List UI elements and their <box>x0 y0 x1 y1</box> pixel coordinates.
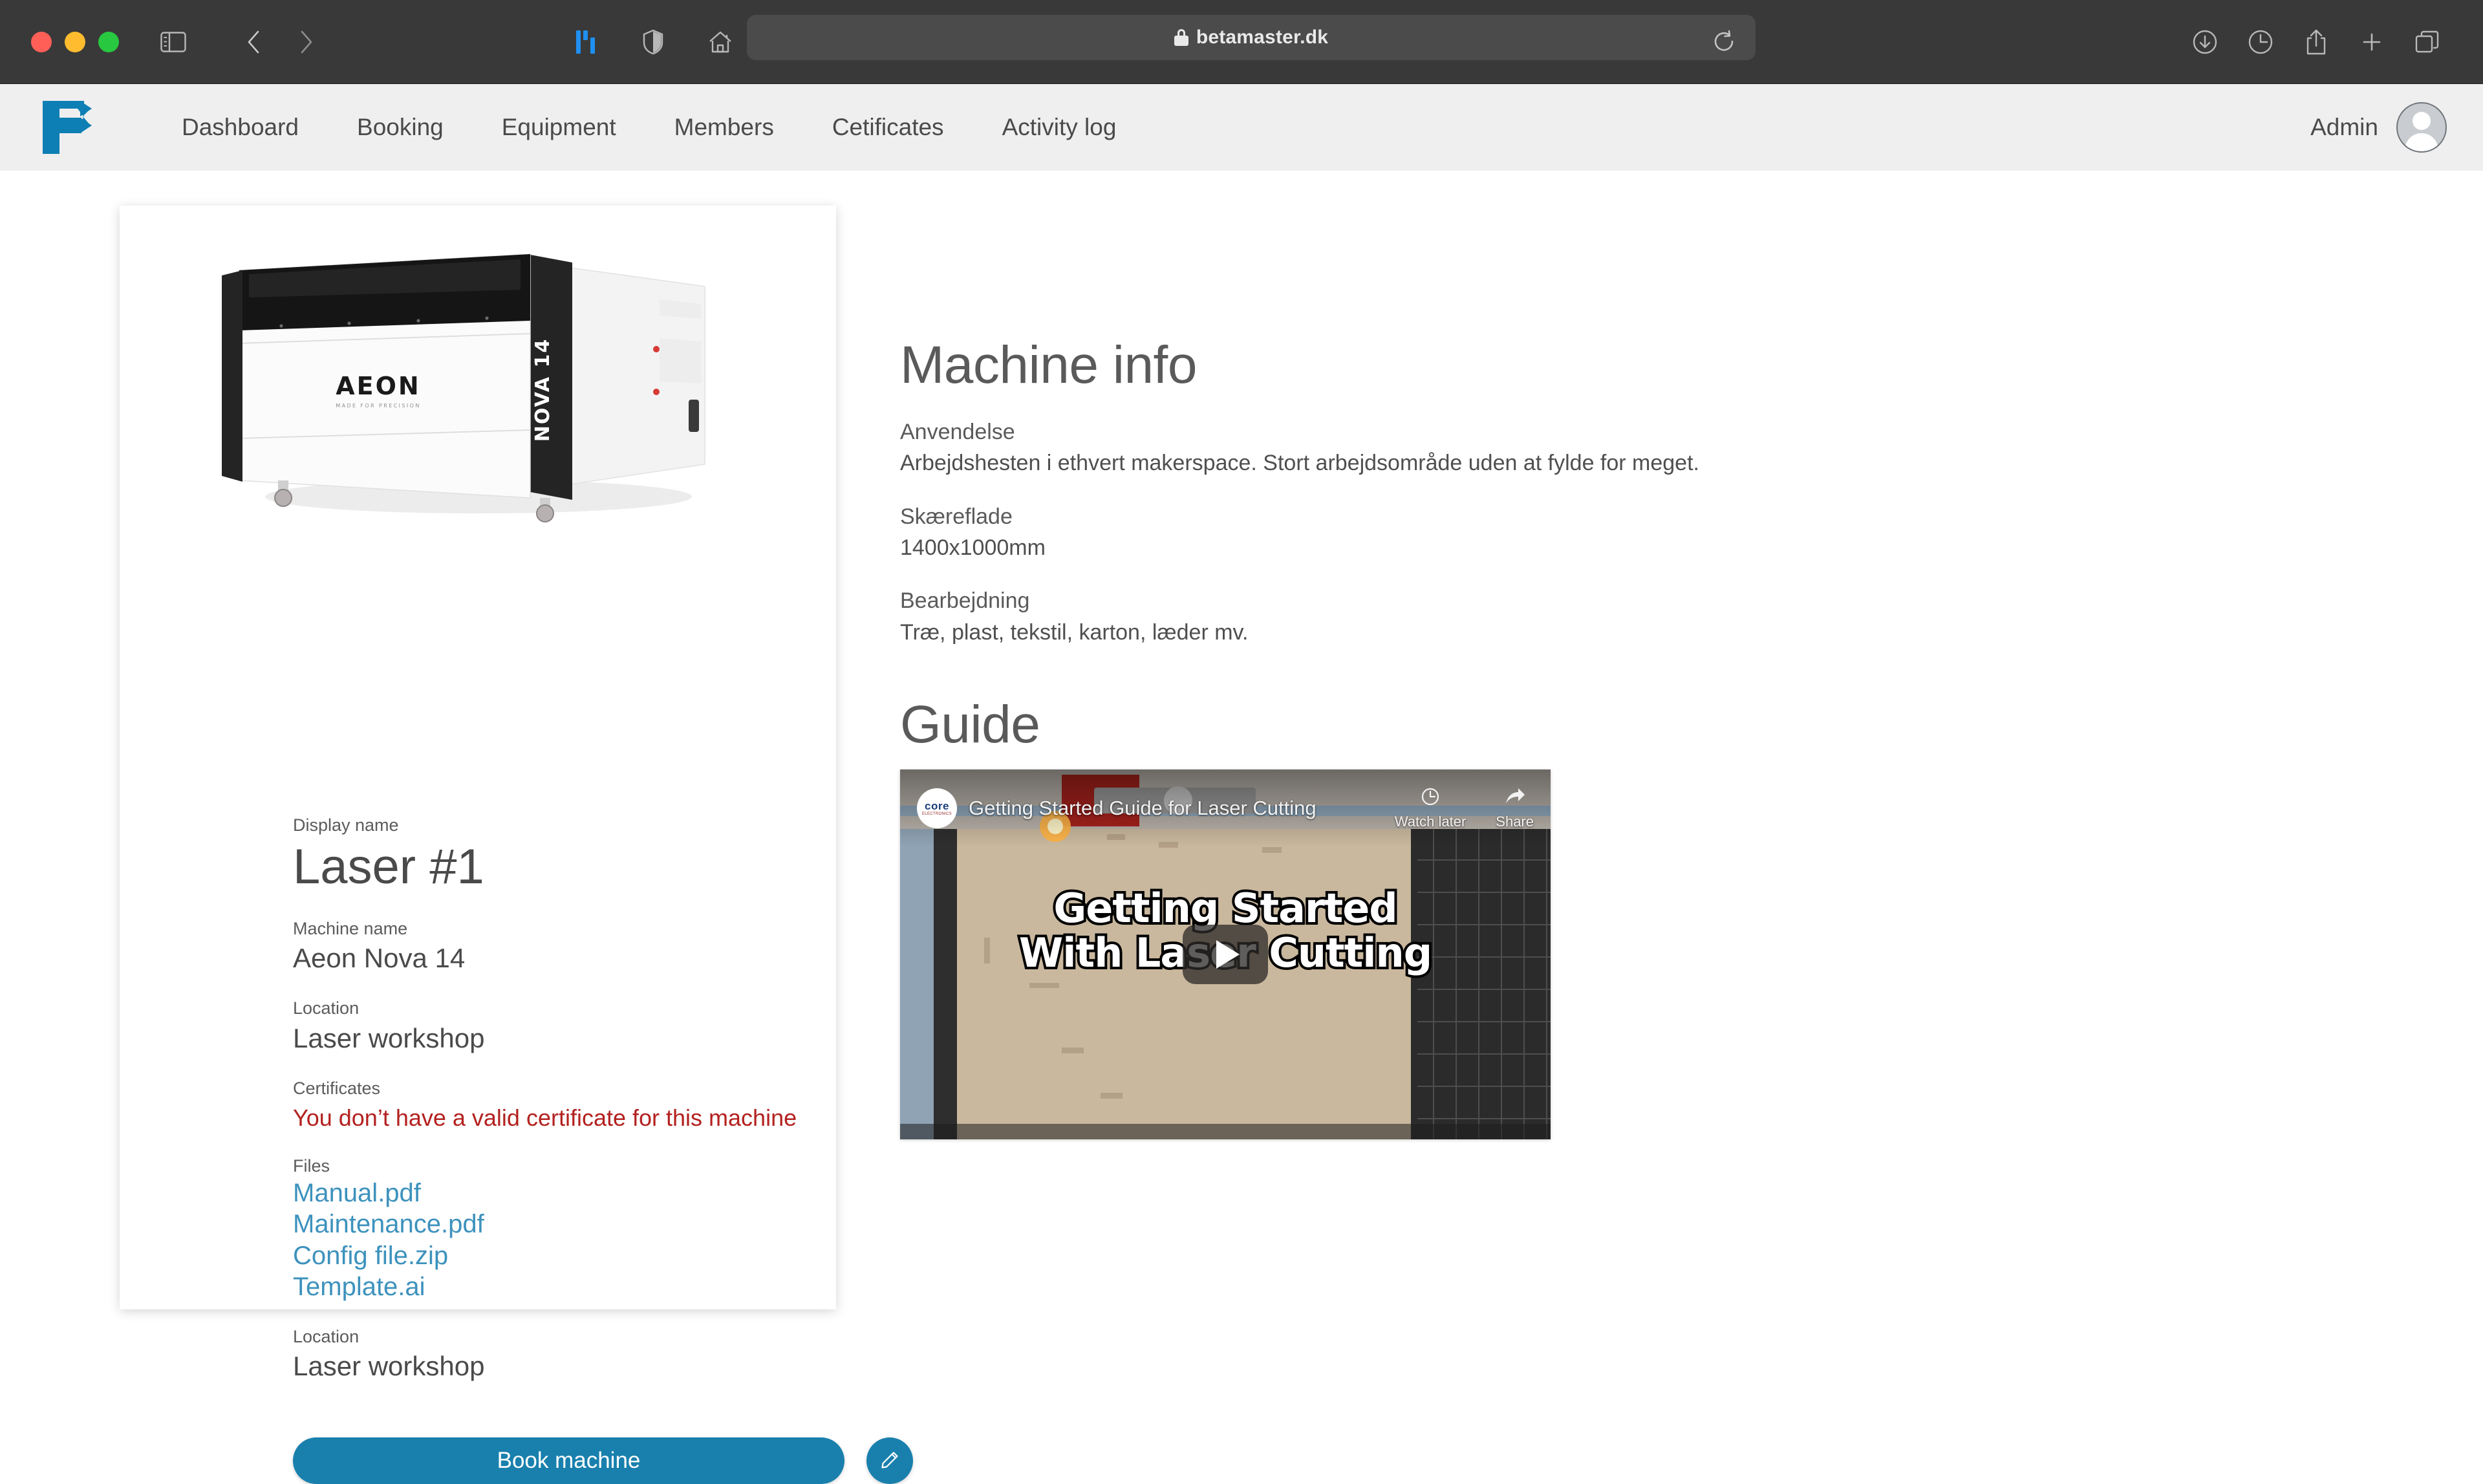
info-text: 1400x1000mm <box>900 535 1046 560</box>
file-link[interactable]: Maintenance.pdf <box>293 1209 823 1240</box>
machine-card: NOVA 14 AEON MADE FOR PRECISION Display … <box>120 206 913 1484</box>
clock-icon <box>1421 787 1440 810</box>
extension-icon[interactable] <box>569 25 603 59</box>
info-group-bearbejdning: Bearbejdning Træ, plast, tekstil, karton… <box>900 585 2323 648</box>
info-text: Træ, plast, tekstil, karton, læder mv. <box>900 619 1249 645</box>
browser-toolbar-right <box>2188 0 2444 84</box>
machine-info-title: Machine info <box>900 336 1197 394</box>
forward-arrow-icon[interactable] <box>290 25 323 59</box>
url-text: betamaster.dk <box>1196 27 1329 48</box>
files-label: Files <box>293 1156 330 1176</box>
channel-avatar-sublabel: ELECTRONICS <box>922 812 952 816</box>
info-text: Arbejdshesten i ethvert makerspace. Stor… <box>900 451 1699 476</box>
downloads-icon[interactable] <box>2188 25 2222 59</box>
back-arrow-icon[interactable] <box>237 25 270 59</box>
field-display-name: Display name Laser #1 <box>293 813 823 895</box>
share-icon[interactable] <box>2299 25 2333 59</box>
info-group-skaereflade: Skæreflade 1400x1000mm <box>900 501 2323 564</box>
nav-item-equipment[interactable]: Equipment <box>473 114 645 141</box>
watch-later-button[interactable]: Watch later <box>1395 787 1466 830</box>
share-label: Share <box>1496 813 1534 830</box>
info-label: Anvendelse <box>900 420 1015 445</box>
guide-video-player[interactable]: core ELECTRONICS Getting Started Guide f… <box>900 769 1551 1139</box>
card-actions: Book machine <box>293 1437 913 1484</box>
file-link[interactable]: Template.ai <box>293 1271 823 1302</box>
nav-item-dashboard[interactable]: Dashboard <box>153 114 328 141</box>
play-triangle <box>1216 940 1240 969</box>
book-machine-button[interactable]: Book machine <box>293 1437 844 1484</box>
fb-logo[interactable] <box>40 100 94 155</box>
browser-nav-controls <box>156 25 323 59</box>
machine-photo: NOVA 14 AEON MADE FOR PRECISION <box>120 206 836 529</box>
user-name-label: Admin <box>2310 114 2378 140</box>
nav-item-activity-log[interactable]: Activity log <box>973 114 1146 141</box>
reload-icon[interactable] <box>1707 25 1741 58</box>
field-files: Files Manual.pdf Maintenance.pdf Config … <box>293 1154 823 1303</box>
nav-item-certificates[interactable]: Cetificates <box>803 114 973 141</box>
svg-text:MADE FOR PRECISION: MADE FOR PRECISION <box>336 403 420 409</box>
info-group-anvendelse: Anvendelse Arbejdshesten i ethvert maker… <box>900 416 2323 479</box>
minimize-window-button[interactable] <box>65 31 85 52</box>
machine-fields: Display name Laser #1 Machine name Aeon … <box>293 813 823 1404</box>
video-top-bar: core ELECTRONICS Getting Started Guide f… <box>900 769 1551 847</box>
watch-later-label: Watch later <box>1394 813 1467 830</box>
field-location-secondary: Location Laser workshop <box>293 1325 823 1383</box>
browser-chrome: betamaster.dk <box>0 0 2483 84</box>
browser-extension-bar <box>569 0 737 84</box>
home-icon[interactable] <box>704 25 737 59</box>
nav-item-members[interactable]: Members <box>645 114 803 141</box>
file-link[interactable]: Config file.zip <box>293 1240 823 1271</box>
certificates-label: Certificates <box>293 1079 381 1099</box>
play-button-icon[interactable] <box>1183 925 1268 984</box>
machine-info-section: Machine info Anvendelse Arbejdshesten i … <box>900 336 2323 754</box>
plus-icon[interactable] <box>2355 25 2389 59</box>
share-arrow-icon <box>1505 787 1525 810</box>
location2-value: Laser workshop <box>293 1351 485 1382</box>
pencil-edit-icon <box>880 1450 899 1472</box>
sidebar-toggle-icon[interactable] <box>156 25 190 59</box>
address-bar[interactable]: betamaster.dk <box>747 15 1756 60</box>
privacy-shield-icon[interactable] <box>636 25 670 59</box>
file-link[interactable]: Manual.pdf <box>293 1178 823 1209</box>
svg-text:AEON: AEON <box>336 372 420 400</box>
tab-overview-icon[interactable] <box>2411 25 2444 59</box>
svg-text:NOVA 14: NOVA 14 <box>532 338 554 442</box>
location-value: Laser workshop <box>293 1022 485 1053</box>
guide-title: Guide <box>900 694 1040 754</box>
field-machine-name: Machine name Aeon Nova 14 <box>293 917 823 975</box>
location-label: Location <box>293 998 360 1018</box>
field-certificates: Certificates You don’t have a valid cert… <box>293 1077 823 1132</box>
maximize-window-button[interactable] <box>98 31 119 52</box>
machine-name-value: Aeon Nova 14 <box>293 942 466 973</box>
window-traffic-lights <box>31 31 119 52</box>
nav-item-booking[interactable]: Booking <box>328 114 473 141</box>
location2-label: Location <box>293 1326 360 1346</box>
history-clock-icon[interactable] <box>2244 25 2277 59</box>
close-window-button[interactable] <box>31 31 52 52</box>
avatar[interactable] <box>2396 102 2447 153</box>
share-button[interactable]: Share <box>1496 787 1534 830</box>
lock-icon <box>1174 29 1188 46</box>
video-actions: Watch later Share <box>1395 787 1534 830</box>
user-menu[interactable]: Admin <box>2310 84 2447 171</box>
main-navigation: Dashboard Booking Equipment Members Ceti… <box>153 114 1145 141</box>
display-name-value: Laser #1 <box>293 839 484 895</box>
channel-avatar-icon[interactable]: core ELECTRONICS <box>917 788 957 828</box>
machine-name-label: Machine name <box>293 918 408 938</box>
certificate-warning: You don’t have a valid certificate for t… <box>293 1104 797 1131</box>
display-name-label: Display name <box>293 815 399 835</box>
edit-machine-button[interactable] <box>866 1437 913 1484</box>
channel-avatar-label: core <box>925 800 949 812</box>
video-title[interactable]: Getting Started Guide for Laser Cutting <box>969 797 1317 820</box>
info-label: Bearbejdning <box>900 588 1030 614</box>
app-header: Dashboard Booking Equipment Members Ceti… <box>0 84 2483 171</box>
info-label: Skæreflade <box>900 504 1013 529</box>
field-location: Location Laser workshop <box>293 996 823 1055</box>
